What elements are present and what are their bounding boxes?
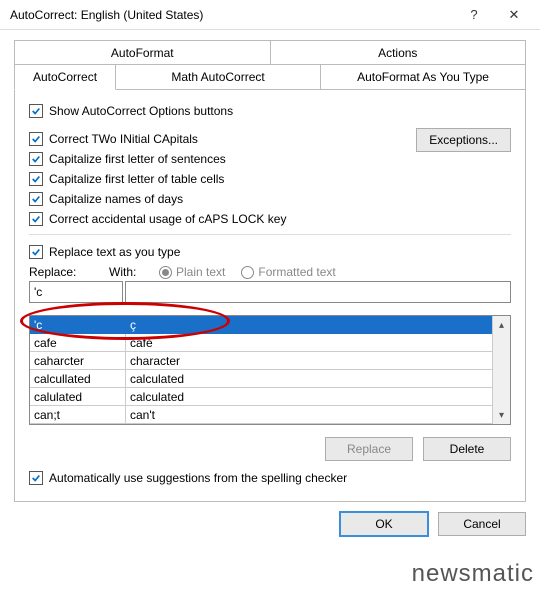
- checkbox-first-sentence[interactable]: [29, 152, 43, 166]
- checkbox-days[interactable]: [29, 192, 43, 206]
- tab-autoformat-as-you-type[interactable]: AutoFormat As You Type: [321, 64, 526, 90]
- cancel-button[interactable]: Cancel: [438, 512, 526, 536]
- replace-input[interactable]: [29, 281, 123, 303]
- checkbox-auto-suggestions[interactable]: [29, 471, 43, 485]
- table-row[interactable]: cafecafé: [30, 334, 492, 352]
- label-capslock: Correct accidental usage of cAPS LOCK ke…: [49, 212, 286, 226]
- close-button[interactable]: ✕: [494, 0, 534, 30]
- label-with: With:: [109, 265, 149, 279]
- label-first-table: Capitalize first letter of table cells: [49, 172, 224, 186]
- label-auto-suggestions: Automatically use suggestions from the s…: [49, 471, 347, 485]
- radio-plain-text: Plain text: [159, 265, 225, 279]
- checkbox-replace-as-type[interactable]: [29, 245, 43, 259]
- scrollbar[interactable]: ▴ ▾: [492, 316, 510, 424]
- exceptions-button[interactable]: Exceptions...: [416, 128, 511, 152]
- checkbox-two-initial-caps[interactable]: [29, 132, 43, 146]
- help-button[interactable]: ?: [454, 0, 494, 30]
- label-two-initial-caps: Correct TWo INitial CApitals: [49, 132, 198, 146]
- tab-actions[interactable]: Actions: [271, 40, 527, 65]
- replace-entry-button[interactable]: Replace: [325, 437, 413, 461]
- tab-autoformat[interactable]: AutoFormat: [14, 40, 271, 65]
- checkbox-first-table[interactable]: [29, 172, 43, 186]
- scroll-down-icon[interactable]: ▾: [493, 406, 510, 424]
- label-days: Capitalize names of days: [49, 192, 183, 206]
- with-input[interactable]: [125, 281, 511, 303]
- table-row[interactable]: 'cç: [30, 316, 492, 334]
- scroll-up-icon[interactable]: ▴: [493, 316, 510, 334]
- label-replace-as-type: Replace text as you type: [49, 245, 180, 259]
- dialog-title: AutoCorrect: English (United States): [10, 8, 454, 22]
- table-row[interactable]: calulatedcalculated: [30, 388, 492, 406]
- label-show-options: Show AutoCorrect Options buttons: [49, 104, 233, 118]
- tab-math-autocorrect[interactable]: Math AutoCorrect: [116, 64, 321, 90]
- autocorrect-list[interactable]: 'cç cafecafé caharctercharacter calculla…: [30, 316, 492, 424]
- label-replace: Replace:: [29, 265, 99, 279]
- ok-button[interactable]: OK: [340, 512, 428, 536]
- checkbox-capslock[interactable]: [29, 212, 43, 226]
- table-row[interactable]: caharctercharacter: [30, 352, 492, 370]
- radio-formatted-text: Formatted text: [241, 265, 335, 279]
- label-first-sentence: Capitalize first letter of sentences: [49, 152, 226, 166]
- table-row[interactable]: calcullatedcalculated: [30, 370, 492, 388]
- tab-autocorrect[interactable]: AutoCorrect: [14, 64, 116, 90]
- watermark: newsmatic: [412, 560, 534, 588]
- table-row[interactable]: can;tcan't: [30, 406, 492, 424]
- checkbox-show-options[interactable]: [29, 104, 43, 118]
- delete-entry-button[interactable]: Delete: [423, 437, 511, 461]
